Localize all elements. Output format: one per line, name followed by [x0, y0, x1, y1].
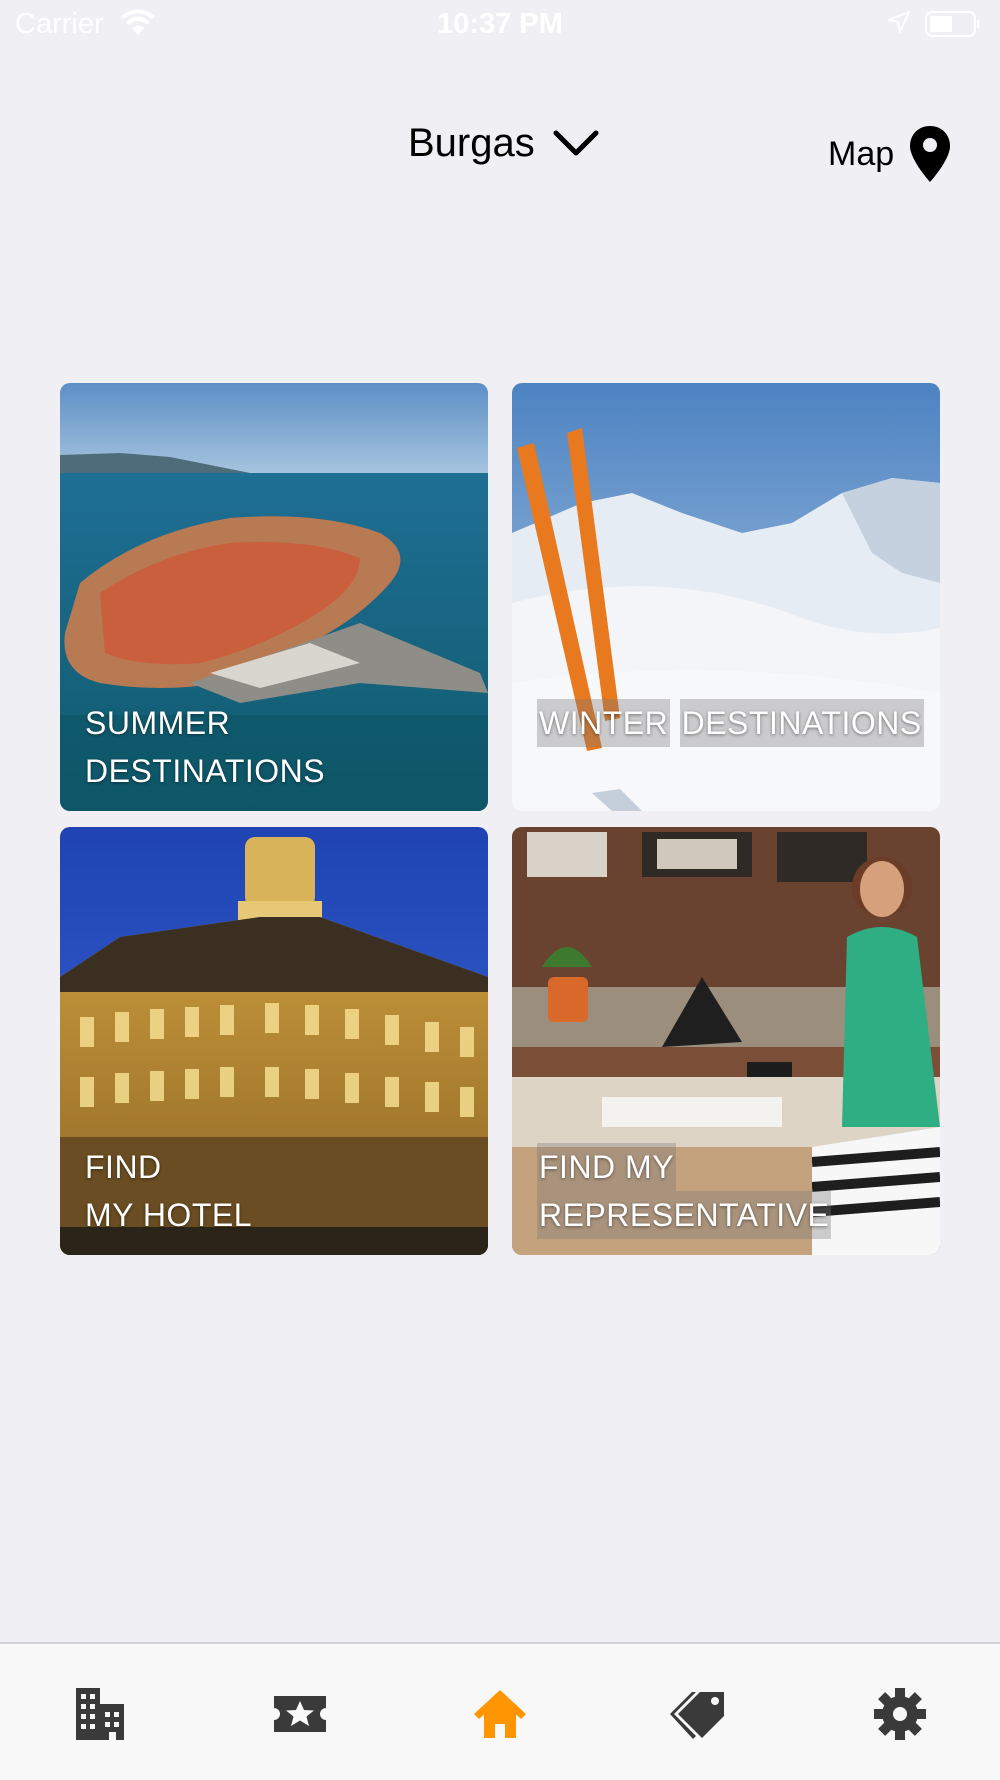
map-pin-icon	[910, 126, 951, 182]
tab-offers[interactable]	[670, 1684, 730, 1744]
tile-label: FIND MY REPRESENTATIVE	[537, 1143, 927, 1239]
tile-label-line1: FIND MY	[537, 1143, 677, 1191]
tab-hotels[interactable]	[70, 1684, 130, 1744]
chevron-down-icon	[553, 130, 599, 156]
home-icon	[474, 1690, 526, 1738]
find-my-representative-tile[interactable]: FIND MY REPRESENTATIVE	[512, 827, 940, 1255]
summer-destinations-tile[interactable]: SUMMER DESTINATIONS	[60, 383, 488, 811]
tab-favorites[interactable]	[270, 1684, 330, 1744]
tile-label-line2: MY HOTEL	[85, 1197, 252, 1233]
tab-settings[interactable]	[870, 1684, 930, 1744]
tags-icon	[670, 1692, 724, 1739]
winter-destinations-tile[interactable]: WINTER DESTINATIONS	[512, 383, 940, 811]
status-time: 10:37 PM	[437, 8, 563, 40]
tile-label-line2: DESTINATIONS	[85, 753, 326, 789]
tile-label-line2: REPRESENTATIVE	[537, 1191, 832, 1239]
tile-label-line1: FIND	[85, 1149, 162, 1185]
tile-label-line1: WINTER	[537, 699, 671, 747]
tile-label: SUMMER DESTINATIONS	[85, 699, 475, 795]
tile-label-line2: DESTINATIONS	[679, 699, 924, 747]
gear-icon	[874, 1688, 926, 1740]
map-button[interactable]: Map	[828, 120, 952, 188]
tile-label: FIND MY HOTEL	[85, 1143, 475, 1239]
tile-label: WINTER DESTINATIONS	[537, 699, 927, 747]
status-bar: Carrier 10:37 PM	[0, 0, 1000, 50]
tile-label-line1: SUMMER	[85, 705, 231, 741]
find-my-hotel-tile[interactable]: FIND MY HOTEL	[60, 827, 488, 1255]
city-selector[interactable]: Burgas	[408, 114, 599, 172]
location-arrow-icon	[888, 11, 910, 33]
tab-home[interactable]	[470, 1684, 530, 1744]
map-label: Map	[828, 134, 895, 173]
star-ticket-icon	[274, 1696, 326, 1732]
city-name: Burgas	[408, 120, 535, 165]
hotel-building-icon	[76, 1688, 124, 1740]
tab-bar	[0, 1642, 1000, 1780]
battery-icon	[925, 11, 980, 37]
